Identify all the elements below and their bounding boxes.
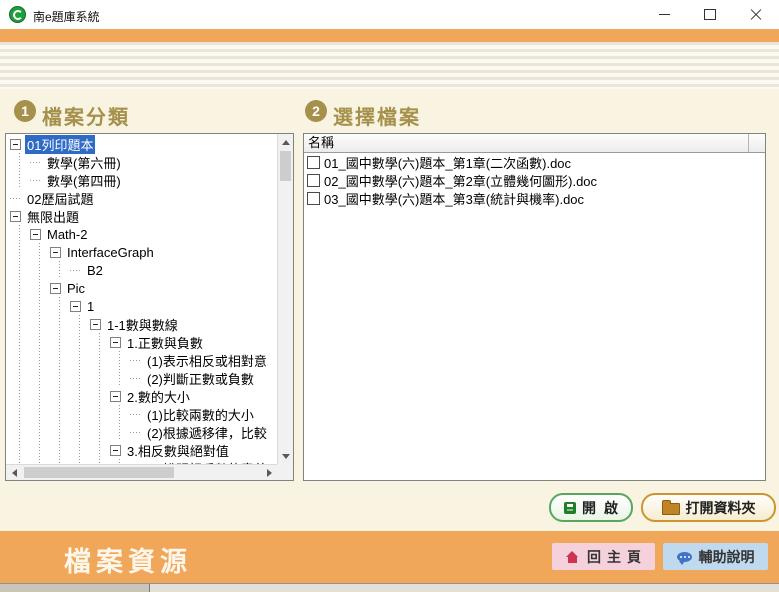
file-row[interactable]: 03_國中數學(六)題本_第3章(統計與機率).doc (304, 189, 765, 207)
tree-item[interactable]: 3.相反數與絕對值 (6, 441, 277, 459)
column-header-name[interactable]: 名稱 (304, 134, 749, 152)
background-window-edge (0, 583, 779, 592)
tree-item[interactable]: Pic (6, 279, 277, 297)
tree-item[interactable]: Math-2 (6, 225, 277, 243)
tree-item[interactable]: B2 (6, 261, 277, 279)
collapse-icon[interactable] (110, 337, 121, 348)
open-button[interactable]: 開啟 (549, 493, 633, 522)
scroll-left-button[interactable] (6, 465, 22, 481)
tree-item[interactable]: 1 (6, 297, 277, 315)
maximize-icon (704, 9, 716, 20)
scroll-up-button[interactable] (278, 134, 294, 150)
tree-connector (70, 261, 81, 279)
maximize-button[interactable] (687, 0, 733, 29)
scroll-right-icon (267, 469, 272, 477)
scroll-right-button[interactable] (261, 465, 277, 481)
tree-item[interactable]: 1-1數與數線 (6, 315, 277, 333)
home-icon (566, 551, 579, 563)
tree-connector (130, 369, 141, 387)
help-button[interactable]: 輔助說明 (663, 543, 768, 570)
close-button[interactable] (733, 0, 779, 29)
tree-item[interactable]: (1)表示相反或相對意 (6, 351, 277, 369)
title-bar: 南e題庫系統 (0, 0, 779, 29)
footer-title: 檔案資源 (64, 540, 192, 579)
section1-title: 檔案分類 (42, 101, 130, 130)
minimize-icon (659, 14, 670, 15)
window-title: 南e題庫系統 (33, 8, 100, 25)
tree-horizontal-scrollbar[interactable] (6, 464, 277, 480)
file-name: 01_國中數學(六)題本_第1章(二次函數).doc (324, 153, 571, 172)
category-tree: 01列印題本 數學(第六冊) 數學(第四冊) 02歷屆試題 無限出題 M (6, 134, 277, 464)
tree-item[interactable]: (1)比較兩數的大小 (6, 405, 277, 423)
tree-item[interactable]: 01列印題本 (6, 135, 277, 153)
collapse-icon[interactable] (50, 283, 61, 294)
tree-item[interactable]: (2)判斷正數或負數 (6, 369, 277, 387)
open-icon (564, 502, 576, 514)
scroll-up-icon (282, 140, 290, 145)
column-header-spare (749, 134, 765, 152)
scroll-down-button[interactable] (278, 448, 294, 464)
file-name: 03_國中數學(六)題本_第3章(統計與機率).doc (324, 189, 584, 208)
section1-number-badge: 1 (14, 100, 36, 122)
close-icon (750, 9, 762, 21)
tree-vertical-scrollbar[interactable] (277, 134, 293, 464)
background-window-edge-left (0, 584, 150, 592)
striped-band (0, 42, 779, 89)
top-accent-band (0, 29, 779, 42)
scrollbar-corner (277, 464, 293, 480)
app-window: 南e題庫系統 1 檔案分類 2 選擇檔案 01列印題本 數學(第六冊) 數學(第… (0, 0, 779, 592)
tree-connector (130, 351, 141, 369)
collapse-icon[interactable] (90, 319, 101, 330)
section2-title: 選擇檔案 (333, 101, 421, 130)
collapse-icon[interactable] (110, 445, 121, 456)
tree-item[interactable]: 2.數的大小 (6, 387, 277, 405)
file-row[interactable]: 02_國中數學(六)題本_第2章(立體幾何圖形).doc (304, 171, 765, 189)
tree-item[interactable]: (2)根據遞移律，比較 (6, 423, 277, 441)
tree-connector (30, 153, 41, 171)
category-tree-panel: 01列印題本 數學(第六冊) 數學(第四冊) 02歷屆試題 無限出題 M (5, 133, 294, 481)
collapse-icon[interactable] (30, 229, 41, 240)
collapse-icon[interactable] (10, 139, 21, 150)
file-list-panel: 名稱 01_國中數學(六)題本_第1章(二次函數).doc 02_國中數學(六)… (303, 133, 766, 481)
speech-bubble-icon (677, 552, 692, 562)
minimize-button[interactable] (641, 0, 687, 29)
window-controls (641, 0, 779, 29)
open-folder-button[interactable]: 打開資料夾 (641, 493, 776, 522)
list-header-row: 名稱 (304, 134, 765, 153)
collapse-icon[interactable] (50, 247, 61, 258)
tree-item[interactable]: 1.正數與負數 (6, 333, 277, 351)
scroll-down-icon (282, 454, 290, 459)
file-row[interactable]: 01_國中數學(六)題本_第1章(二次函數).doc (304, 153, 765, 171)
tree-item[interactable]: 數學(第四冊) (6, 171, 277, 189)
tree-connector (130, 405, 141, 423)
footer-bar: 檔案資源 回主頁 輔助說明 (0, 531, 779, 583)
file-checkbox[interactable] (307, 192, 320, 205)
tree-connector (130, 423, 141, 441)
tree-connector (10, 189, 21, 207)
vertical-scroll-thumb[interactable] (280, 151, 291, 181)
tree-item[interactable]: 數學(第六冊) (6, 153, 277, 171)
app-logo-icon (9, 6, 26, 23)
folder-icon (662, 503, 680, 515)
collapse-icon[interactable] (70, 301, 81, 312)
tree-item[interactable]: 02歷屆試題 (6, 189, 277, 207)
scroll-left-icon (12, 469, 17, 477)
file-checkbox[interactable] (307, 156, 320, 169)
collapse-icon[interactable] (110, 391, 121, 402)
tree-item[interactable]: InterfaceGraph (6, 243, 277, 261)
section2-number-badge: 2 (305, 100, 327, 122)
horizontal-scroll-thumb[interactable] (24, 467, 174, 478)
home-button[interactable]: 回主頁 (552, 543, 655, 570)
file-checkbox[interactable] (307, 174, 320, 187)
collapse-icon[interactable] (10, 211, 21, 222)
tree-connector (30, 171, 41, 189)
file-name: 02_國中數學(六)題本_第2章(立體幾何圖形).doc (324, 171, 597, 190)
tree-item[interactable]: 無限出題 (6, 207, 277, 225)
